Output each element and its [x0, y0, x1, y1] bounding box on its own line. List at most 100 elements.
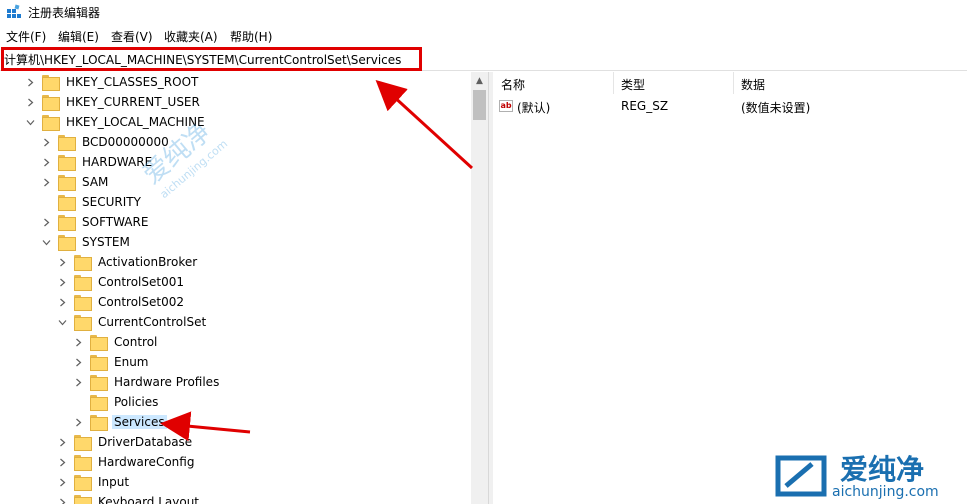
column-divider[interactable]	[733, 72, 734, 94]
column-data-header[interactable]: 数据	[741, 76, 765, 93]
value-list[interactable]: 名称 类型 数据 ab (默认) REG_SZ (数值未设置)	[493, 72, 967, 504]
tree-node-label[interactable]: Control	[112, 335, 159, 349]
tree-node-label[interactable]: Policies	[112, 395, 160, 409]
tree-node-label[interactable]: SECURITY	[80, 195, 143, 209]
string-value-icon: ab	[499, 100, 513, 112]
chevron-right-icon[interactable]	[56, 472, 68, 492]
chevron-right-icon[interactable]	[56, 452, 68, 472]
folder-icon	[74, 255, 92, 271]
chevron-right-icon[interactable]	[56, 252, 68, 272]
chevron-right-icon[interactable]	[72, 352, 84, 372]
tree-node[interactable]: CurrentControlSet	[56, 312, 208, 332]
chevron-down-icon[interactable]	[40, 232, 52, 252]
column-name-header[interactable]: 名称	[501, 76, 525, 93]
watermark-corner-url: aichunjing.com	[832, 484, 939, 500]
chevron-down-icon[interactable]	[56, 312, 68, 332]
chevron-right-icon[interactable]	[40, 172, 52, 192]
list-header: 名称 类型 数据	[493, 72, 967, 94]
chevron-right-icon[interactable]	[40, 212, 52, 232]
chevron-right-icon[interactable]	[40, 152, 52, 172]
scroll-thumb[interactable]	[473, 90, 486, 120]
tree-node[interactable]: ActivationBroker	[56, 252, 199, 272]
chevron-right-icon[interactable]	[56, 432, 68, 452]
tree-node-label[interactable]: SAM	[80, 175, 110, 189]
tree-node[interactable]: DriverDatabase	[56, 432, 194, 452]
tree-node-label[interactable]: Enum	[112, 355, 150, 369]
folder-icon	[74, 275, 92, 291]
folder-icon	[42, 115, 60, 131]
tree-node-label[interactable]: ControlSet002	[96, 295, 186, 309]
tree-node[interactable]: HardwareConfig	[56, 452, 196, 472]
folder-icon	[74, 495, 92, 504]
title-bar: 注册表编辑器	[0, 0, 967, 26]
tree-node[interactable]: HKEY_CLASSES_ROOT	[24, 72, 200, 92]
tree-node-label[interactable]: DriverDatabase	[96, 435, 194, 449]
key-tree[interactable]: HKEY_CLASSES_ROOT HKEY_CURRENT_USER HKEY_L…	[0, 72, 488, 504]
address-bar[interactable]: 计算机\HKEY_LOCAL_MACHINE\SYSTEM\CurrentCon…	[0, 46, 967, 71]
tree-node-label[interactable]: SOFTWARE	[80, 215, 150, 229]
tree-node[interactable]: HKEY_CURRENT_USER	[24, 92, 202, 112]
folder-icon	[42, 75, 60, 91]
registry-editor-icon	[7, 4, 21, 18]
column-type-header[interactable]: 类型	[621, 76, 645, 93]
folder-icon	[58, 195, 76, 211]
address-path[interactable]: 计算机\HKEY_LOCAL_MACHINE\SYSTEM\CurrentCon…	[4, 51, 401, 68]
chevron-right-icon[interactable]	[72, 372, 84, 392]
tree-node-label[interactable]: Hardware Profiles	[112, 375, 221, 389]
folder-icon	[90, 415, 108, 431]
folder-icon	[90, 375, 108, 391]
menu-edit[interactable]: 编辑(E)	[58, 28, 99, 45]
tree-connector	[40, 192, 52, 212]
tree-node[interactable]: Hardware Profiles	[72, 372, 221, 392]
chevron-right-icon[interactable]	[72, 412, 84, 432]
tree-node-label[interactable]: Services	[112, 415, 167, 429]
tree-node[interactable]: Services	[72, 412, 167, 432]
menu-file[interactable]: 文件(F)	[6, 28, 46, 45]
menu-view[interactable]: 查看(V)	[111, 28, 153, 45]
chevron-right-icon[interactable]	[72, 332, 84, 352]
chevron-right-icon[interactable]	[56, 492, 68, 504]
tree-node[interactable]: Keyboard Layout	[56, 492, 201, 504]
value-data: (数值未设置)	[741, 101, 811, 115]
chevron-right-icon[interactable]	[24, 92, 36, 112]
menu-favorites[interactable]: 收藏夹(A)	[164, 28, 218, 45]
tree-node-label[interactable]: HardwareConfig	[96, 455, 196, 469]
chevron-right-icon[interactable]	[56, 292, 68, 312]
folder-icon	[58, 175, 76, 191]
tree-node-label[interactable]: CurrentControlSet	[96, 315, 208, 329]
folder-icon	[58, 135, 76, 151]
chevron-right-icon[interactable]	[56, 272, 68, 292]
tree-node[interactable]: SECURITY	[40, 192, 143, 212]
tree-scrollbar[interactable]: ▲	[471, 72, 488, 504]
tree-node[interactable]: Input	[56, 472, 131, 492]
tree-node[interactable]: Enum	[72, 352, 150, 372]
list-item[interactable]: ab (默认) REG_SZ (数值未设置)	[493, 96, 967, 116]
tree-node[interactable]: ControlSet002	[56, 292, 186, 312]
tree-node[interactable]: SYSTEM	[40, 232, 132, 252]
tree-node[interactable]: ControlSet001	[56, 272, 186, 292]
folder-icon	[58, 235, 76, 251]
tree-node-label[interactable]: HKEY_CLASSES_ROOT	[64, 75, 200, 89]
tree-connector	[72, 392, 84, 412]
tree-node[interactable]: Control	[72, 332, 159, 352]
tree-node-label[interactable]: SYSTEM	[80, 235, 132, 249]
tree-node[interactable]: Policies	[72, 392, 160, 412]
chevron-down-icon[interactable]	[24, 112, 36, 132]
menu-help[interactable]: 帮助(H)	[230, 28, 272, 45]
tree-node[interactable]: SOFTWARE	[40, 212, 150, 232]
folder-icon	[90, 355, 108, 371]
chevron-right-icon[interactable]	[40, 132, 52, 152]
folder-icon	[74, 455, 92, 471]
tree-node-label[interactable]: Keyboard Layout	[96, 495, 201, 504]
value-name: (默认)	[517, 101, 551, 115]
tree-node-label[interactable]: HKEY_CURRENT_USER	[64, 95, 202, 109]
tree-node[interactable]: SAM	[40, 172, 110, 192]
tree-node-label[interactable]: Input	[96, 475, 131, 489]
chevron-right-icon[interactable]	[24, 72, 36, 92]
tree-node-label[interactable]: ActivationBroker	[96, 255, 199, 269]
folder-icon	[74, 435, 92, 451]
tree-node-label[interactable]: ControlSet001	[96, 275, 186, 289]
column-divider[interactable]	[613, 72, 614, 94]
folder-icon	[58, 155, 76, 171]
scroll-up-icon[interactable]: ▲	[471, 72, 488, 89]
